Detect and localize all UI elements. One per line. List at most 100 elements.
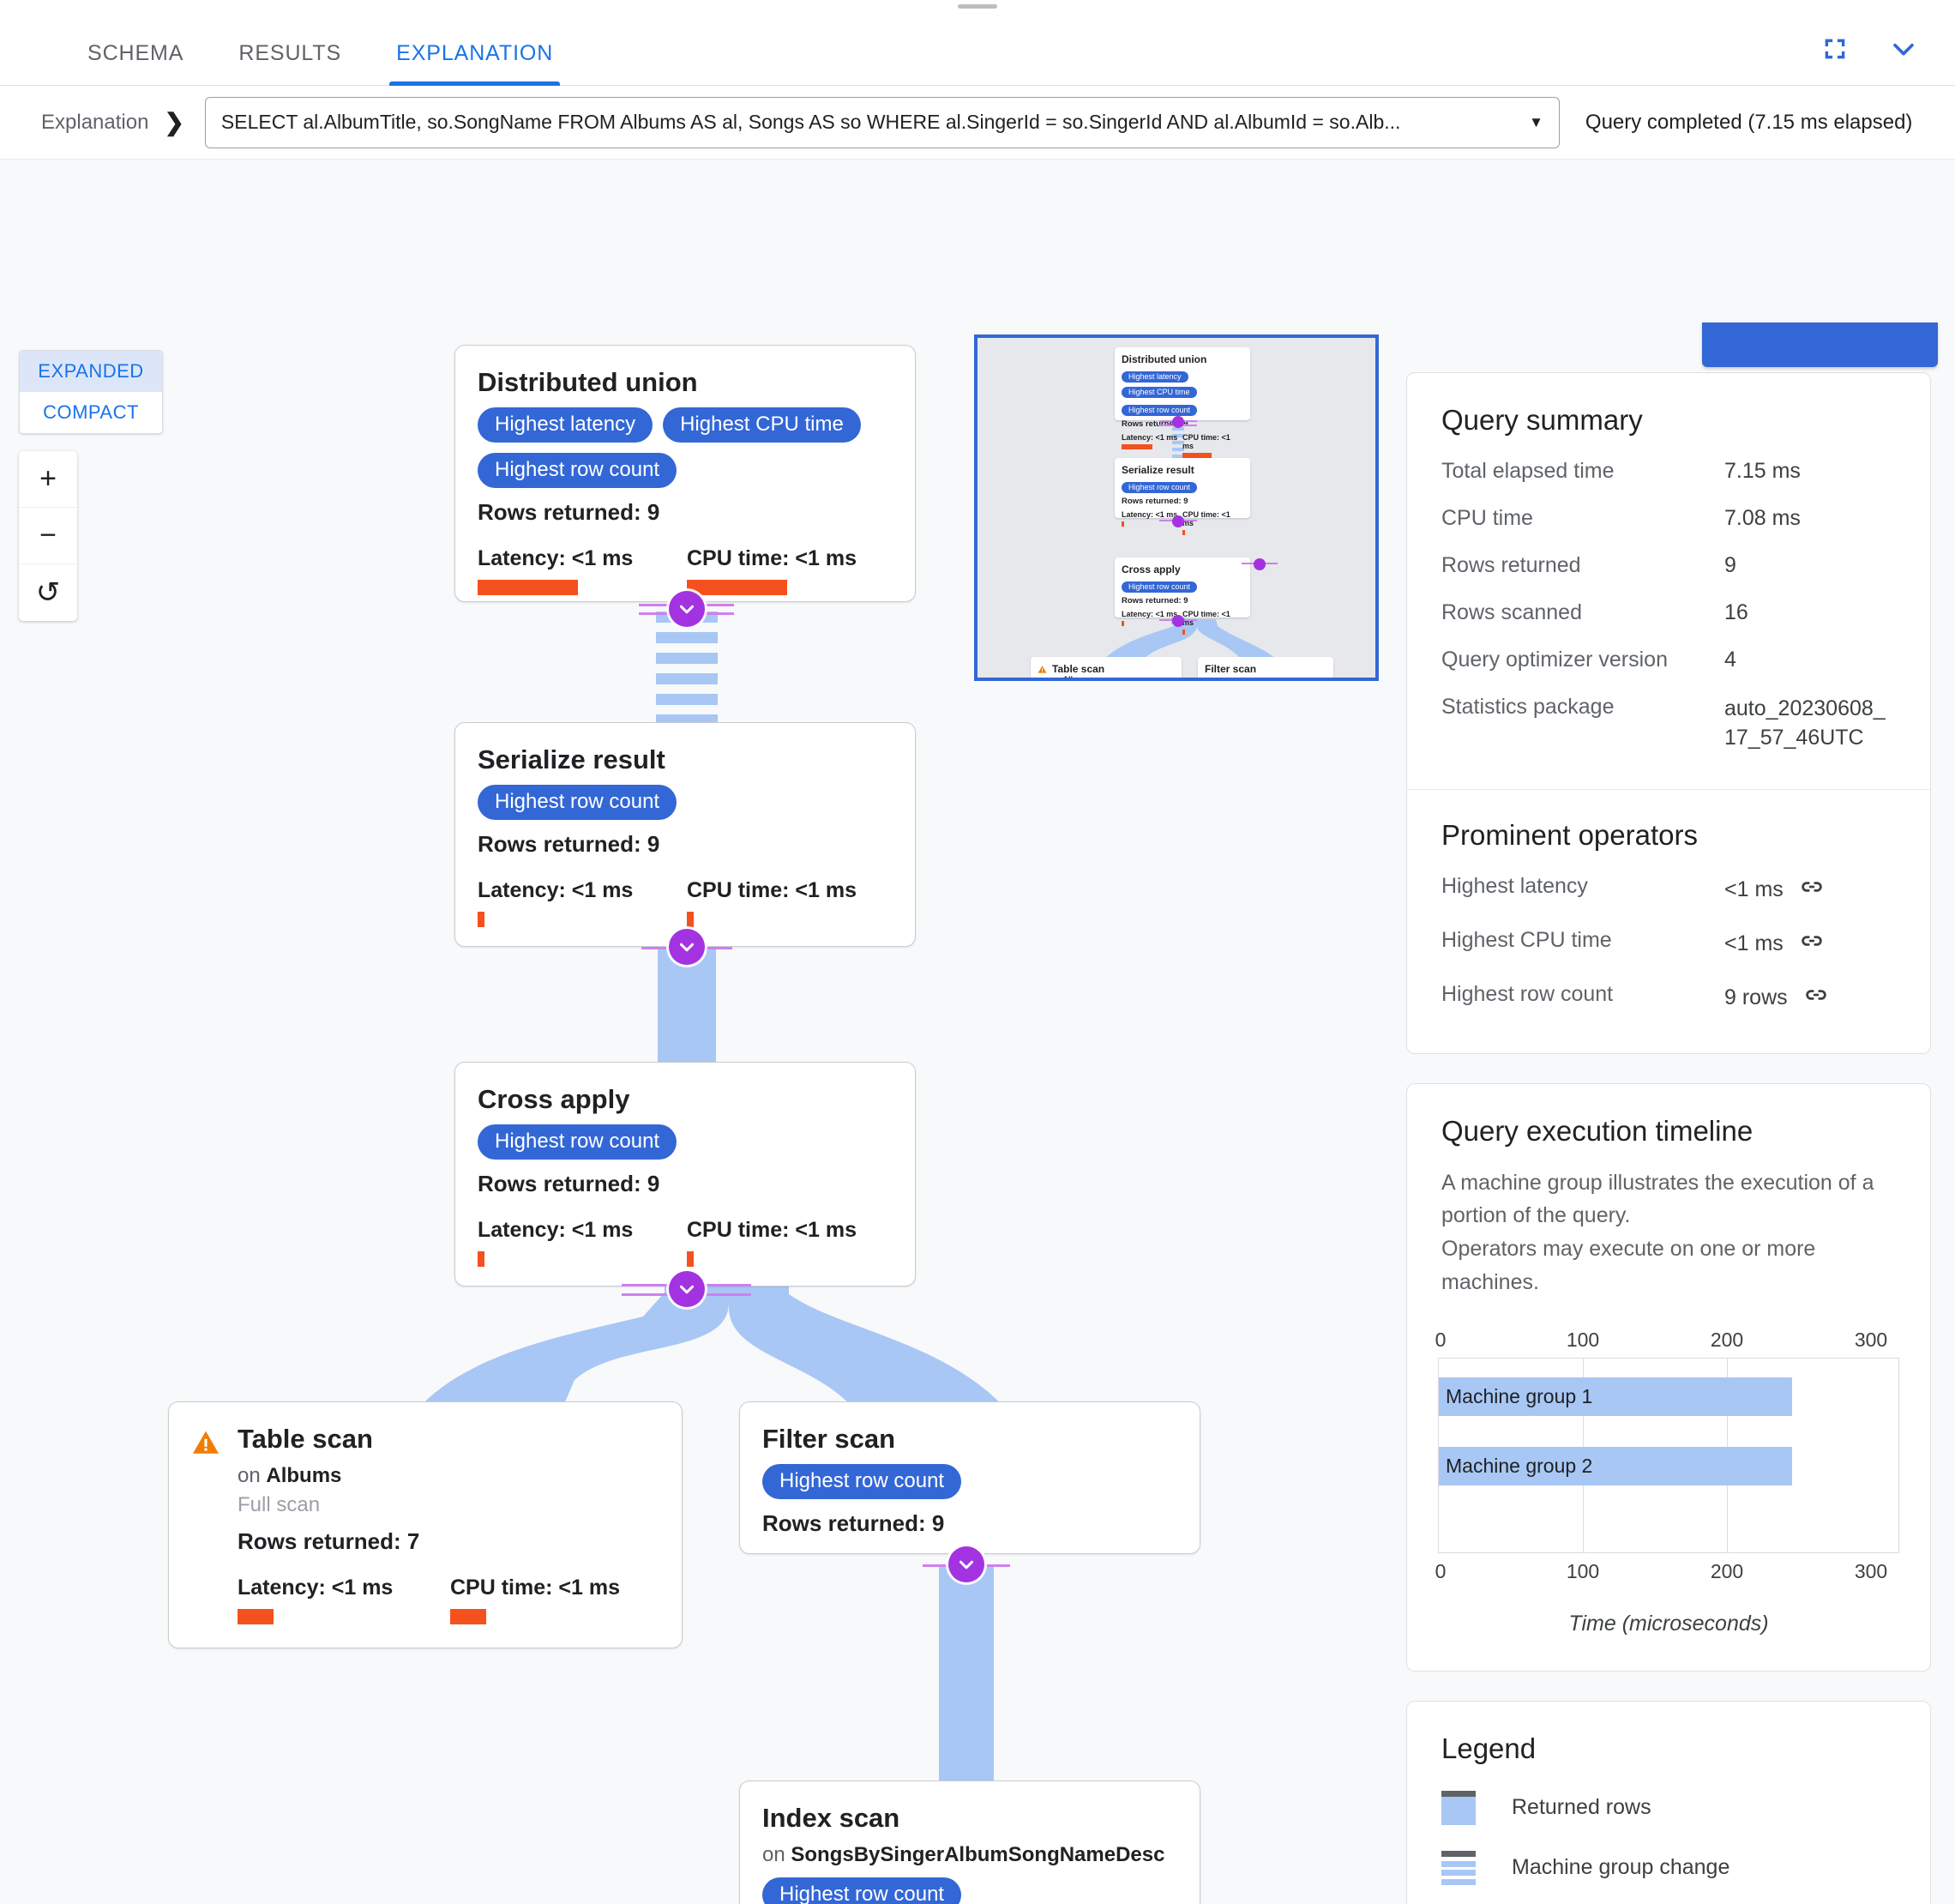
operator-key: Highest latency [1441,873,1588,898]
connector-line [701,1293,751,1296]
legend-title: Legend [1441,1732,1537,1764]
latency-bar [478,1251,484,1268]
node-title: Filter scan [762,1424,896,1454]
drag-handle-bar[interactable] [958,3,997,9]
axis-tick-label: 300 [1854,1328,1888,1351]
striped-bar-swatch [1441,1850,1476,1885]
cpu-bar [687,1251,694,1268]
status-badge: Highest row count [762,1464,962,1500]
graph-minimap[interactable]: Distributed union Highest latency Highes… [974,334,1379,681]
node-title: Distributed union [1122,353,1207,365]
axis-tick-label: 300 [1854,1559,1888,1582]
node-title: Table scan [238,1424,373,1454]
summary-value: 9 [1724,553,1736,577]
link-icon[interactable] [1799,874,1825,906]
cpu-label: CPU time: <1 ms [687,546,857,571]
node-title: Cross apply [1122,563,1181,575]
node-detail: Full scan [238,1493,321,1517]
minimap-node-distributed-union: Distributed union Highest latency Highes… [1115,347,1250,458]
panel-drag-handle[interactable] [0,0,1955,12]
node-title: Filter scan [1205,663,1257,675]
legend-item: Returned rows [1407,1790,1930,1825]
node-target-name: Albums [1062,675,1092,681]
details-rail: Query summary Total elapsed time 7.15 ms… [1406,160,1931,1904]
cpu-label: CPU time: <1 ms [687,1218,857,1243]
node-metrics: Latency: <1 ms CPU time: <1 ms [478,1218,896,1268]
node-rows-returned: Rows returned: 9 [762,1510,945,1537]
solid-bar-swatch [1441,1790,1476,1825]
status-badge: Highest row count [1205,680,1280,681]
query-select-value: SELECT al.AlbumTitle, so.SongName FROM A… [220,111,1401,133]
node-badges: Highest row count [478,785,896,821]
latency-bar [1122,521,1124,527]
summary-value: 16 [1724,600,1748,624]
latency-bar [238,1609,274,1625]
tab-explanation[interactable]: EXPLANATION [369,41,580,86]
query-summary-card: Query summary Total elapsed time 7.15 ms… [1406,372,1931,1054]
operator-value: <1 ms [1724,931,1784,955]
fullscreen-icon[interactable] [1818,32,1852,66]
latency-metric: Latency: <1 ms [478,878,687,928]
axis-tick-label: 0 [1435,1559,1447,1582]
timeline-bar[interactable]: Machine group 2 [1439,1446,1792,1485]
cpu-label: CPU time: <1 ms [1182,510,1230,527]
chart-x-axis-title: Time (microseconds) [1568,1611,1769,1636]
status-badge: Highest CPU time [663,407,861,443]
summary-row: Rows scanned 16 [1407,600,1930,625]
tab-schema[interactable]: SCHEMA [60,41,211,85]
edge-collapse-toggle[interactable] [948,1546,984,1582]
status-badge: Highest row count [762,1877,962,1904]
latency-label: Latency: <1 ms [478,878,634,903]
summary-value: 4 [1724,648,1736,672]
timeline-description-line: Operators may execute on one or more [1441,1237,1816,1261]
operator-row: Highest latency <1 ms [1407,874,1930,906]
node-rows-returned: Rows returned: 9 [1122,497,1188,506]
node-target: on Albums [238,1464,663,1488]
operator-value: 9 rows [1724,985,1788,1009]
node-target-name: SongsBySingerAlbumSongNameDesc [791,1843,1165,1867]
link-icon[interactable] [1799,928,1825,960]
query-select[interactable]: SELECT al.AlbumTitle, so.SongName FROM A… [204,96,1560,148]
node-badges: Highest row count [762,1877,1181,1904]
minimap-connector [1172,615,1184,627]
explanation-toolbar: Explanation ❯ SELECT al.AlbumTitle, so.S… [0,86,1955,160]
timeline-description-line: machines. [1441,1269,1539,1294]
plan-node-table-scan[interactable]: Table scan on Albums Full scan Rows retu… [168,1401,683,1648]
node-title: Index scan [762,1803,900,1833]
node-metrics: Latency: <1 ms CPU time: <1 ms [238,1576,663,1625]
minimap-connector [1172,515,1184,527]
legend-item-label: Machine group change [1512,1855,1730,1879]
timeline-bar-label: Machine group 2 [1446,1454,1593,1477]
timeline-bar[interactable]: Machine group 1 [1439,1377,1792,1416]
minimap-node-serialize-result: Serialize result Highest row count Rows … [1115,458,1250,535]
plan-node-distributed-union[interactable]: Distributed union Highest latency Highes… [454,345,916,602]
plan-node-cross-apply[interactable]: Cross apply Highest row count Rows retur… [454,1062,916,1286]
tab-bar-actions [1818,32,1955,85]
node-rows-returned: Rows returned: 7 [238,1528,420,1555]
link-icon[interactable] [1803,982,1829,1014]
node-target-prefix: on [1052,675,1063,681]
breadcrumb-chevron-icon: ❯ [164,109,184,136]
latency-metric: Latency: <1 ms [478,1218,687,1268]
minimap-node-cross-apply: Cross apply Highest row count Rows retur… [1115,557,1250,635]
plan-node-serialize-result[interactable]: Serialize result Highest row count Rows … [454,722,916,947]
cpu-label: CPU time: <1 ms [1182,433,1230,450]
legend-item: Machine group change [1407,1850,1930,1885]
node-target: on Albums [1052,675,1175,681]
minimap-node-table-scan: Table scan on Albums Full scan Rows retu… [1031,657,1182,681]
status-badge: Highest row count [478,1124,677,1160]
summary-key: Total elapsed time [1441,459,1615,483]
chevron-down-icon[interactable] [1886,32,1921,66]
edge-collapse-toggle[interactable] [669,1271,705,1307]
node-title: Serialize result [478,744,665,774]
cpu-metric: CPU time: <1 ms [687,546,896,596]
edge-machine-group-change [656,612,718,726]
timeline-title: Query execution timeline [1441,1114,1753,1147]
edge-collapse-toggle[interactable] [669,929,705,965]
tab-results[interactable]: RESULTS [211,41,369,85]
connector-line [622,1293,671,1296]
edge-collapse-toggle[interactable] [669,591,705,627]
plan-node-index-scan[interactable]: Index scan on SongsBySingerAlbumSongName… [739,1780,1200,1904]
status-badge: Highest row count [478,453,677,489]
plan-node-filter-scan[interactable]: Filter scan Highest row count Rows retur… [739,1401,1200,1554]
